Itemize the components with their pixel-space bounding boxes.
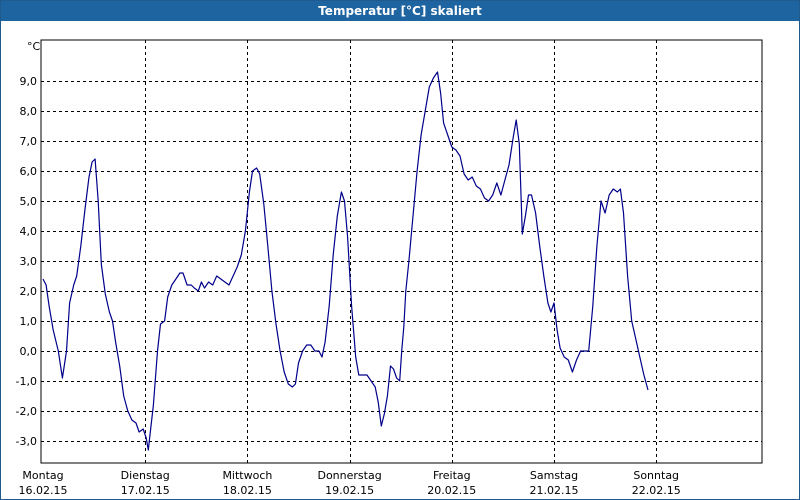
y-tick-label: 2,0 bbox=[20, 285, 38, 298]
y-tick-label: 4,0 bbox=[20, 225, 38, 238]
x-tick-day-label: Samstag bbox=[530, 469, 578, 482]
x-tick-date-label: 19.02.15 bbox=[325, 484, 374, 497]
y-unit-label: °C bbox=[27, 40, 41, 53]
x-tick-day-label: Sonntag bbox=[633, 469, 679, 482]
x-tick-day-label: Montag bbox=[22, 469, 63, 482]
y-tick-label: 3,0 bbox=[20, 255, 38, 268]
y-tick-label: 9,0 bbox=[20, 75, 38, 88]
y-tick-label: 0,0 bbox=[20, 345, 38, 358]
x-tick-date-label: 17.02.15 bbox=[121, 484, 170, 497]
y-tick-label: -1,0 bbox=[16, 375, 37, 388]
y-tick-label: 7,0 bbox=[20, 135, 38, 148]
x-tick-date-label: 21.02.15 bbox=[530, 484, 579, 497]
x-tick-date-label: 18.02.15 bbox=[223, 484, 272, 497]
x-tick-date-label: 20.02.15 bbox=[427, 484, 476, 497]
x-tick-day-label: Donnerstag bbox=[317, 469, 381, 482]
y-tick-label: 5,0 bbox=[20, 195, 38, 208]
x-tick-date-label: 22.02.15 bbox=[632, 484, 681, 497]
y-tick-label: 1,0 bbox=[20, 315, 38, 328]
x-tick-day-label: Mittwoch bbox=[222, 469, 272, 482]
temperature-chart: 9,0 8,0 7,0 6,0 5,0 4,0 3,0 2,0 1,0 0,0 -1,0 -2,0 -3… bbox=[16, 39, 763, 497]
plot-area bbox=[40, 39, 763, 464]
y-tick-label: 6,0 bbox=[20, 165, 38, 178]
y-tick-label: 8,0 bbox=[20, 105, 38, 118]
window-title: Temperatur [°C] skaliert bbox=[1, 1, 799, 21]
chart-window: Temperatur [°C] skaliert 9,0 8,0 7,0 6,0 5,0… bbox=[0, 0, 800, 500]
x-tick-day-label: Freitag bbox=[433, 469, 471, 482]
y-tick-label: -2,0 bbox=[16, 405, 37, 418]
y-tick-label: -3,0 bbox=[16, 435, 37, 448]
x-tick-day-label: Dienstag bbox=[121, 469, 170, 482]
x-tick-date-label: 16.02.15 bbox=[19, 484, 68, 497]
